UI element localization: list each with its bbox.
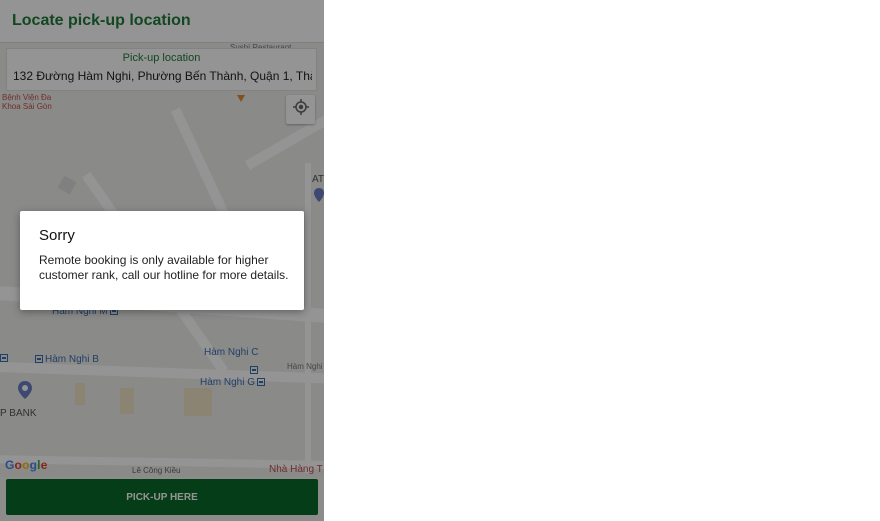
app-screen: Locate pick-up location Sushi Restaurant… xyxy=(0,0,324,521)
sorry-dialog: Sorry Remote booking is only available f… xyxy=(20,211,304,310)
dialog-message: Remote booking is only available for hig… xyxy=(39,253,289,282)
dialog-title: Sorry xyxy=(39,227,75,244)
